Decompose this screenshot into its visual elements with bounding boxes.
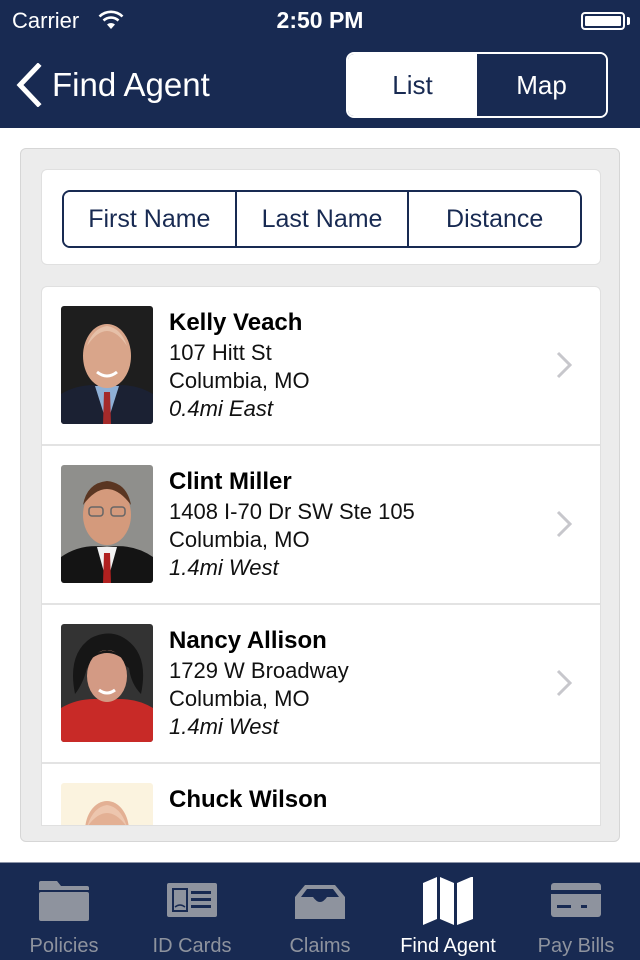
agent-photo [61,306,153,424]
tab-policies[interactable]: Policies [0,863,128,960]
agent-distance: 1.4mi West [169,555,279,580]
battery-icon [581,12,625,30]
list-map-toggle: List Map [346,52,608,118]
tab-bar: Policies ID Cards Claims Find Agent Pay … [0,862,640,960]
status-bar: Carrier 2:50 PM [0,0,640,40]
agent-info: Kelly Veach 107 Hitt St Columbia, MO 0.4… [169,307,310,423]
tab-find-agent[interactable]: Find Agent [384,863,512,960]
map-icon [423,877,473,925]
agent-row-chuck-wilson[interactable]: Chuck Wilson [42,764,600,825]
agent-distance: 1.4mi West [169,714,279,739]
agent-info: Nancy Allison 1729 W Broadway Columbia, … [169,625,349,741]
sort-segmented-control: First Name Last Name Distance [62,190,582,248]
map-view-tab[interactable]: Map [477,54,606,116]
tab-id-cards[interactable]: ID Cards [128,863,256,960]
agent-address: 107 Hitt St [169,340,272,365]
inbox-tray-icon [295,885,345,919]
tab-label: Policies [29,935,99,957]
tab-pay-bills[interactable]: Pay Bills [512,863,640,960]
agent-distance: 0.4mi East [169,396,273,421]
agent-row-kelly-veach[interactable]: Kelly Veach 107 Hitt St Columbia, MO 0.4… [42,287,600,446]
battery-tip [627,17,630,25]
agent-info: Clint Miller 1408 I-70 Dr SW Ste 105 Col… [169,466,415,582]
tab-label: Pay Bills [537,935,615,957]
agent-city: Columbia, MO [169,686,310,711]
back-button[interactable]: Find Agent [14,62,210,108]
list-view-tab[interactable]: List [348,54,477,116]
sort-card: First Name Last Name Distance [41,169,601,265]
tab-label: Claims [289,935,351,957]
agent-city: Columbia, MO [169,368,310,393]
agent-photo [61,465,153,583]
sort-last-name-button[interactable]: Last Name [234,192,408,246]
sort-first-name-button[interactable]: First Name [64,192,235,246]
tab-label: ID Cards [152,935,232,957]
agent-name: Clint Miller [169,468,292,495]
clock: 2:50 PM [276,7,364,33]
tab-label: Find Agent [400,935,496,957]
agent-name: Nancy Allison [169,627,327,654]
agent-city: Columbia, MO [169,527,310,552]
id-card-icon [167,883,217,917]
agent-row-nancy-allison[interactable]: Nancy Allison 1729 W Broadway Columbia, … [42,605,600,764]
agent-address: 1408 I-70 Dr SW Ste 105 [169,499,415,524]
header: Carrier 2:50 PM Find Agent List Map [0,0,640,128]
agent-name: Chuck Wilson [169,786,328,813]
credit-card-icon [551,883,601,917]
find-agent-screen: Carrier 2:50 PM Find Agent List Map Firs… [0,0,640,960]
back-label: Find Agent [52,66,210,103]
tab-claims[interactable]: Claims [256,863,384,960]
chevron-left-icon [16,63,42,107]
navigation-bar: Find Agent List Map [0,40,640,128]
agent-photo [61,783,153,825]
content-panel: First Name Last Name Distance Kelly Veac… [20,148,620,842]
agent-row-clint-miller[interactable]: Clint Miller 1408 I-70 Dr SW Ste 105 Col… [42,446,600,605]
sort-distance-button[interactable]: Distance [407,192,580,246]
agent-photo [61,624,153,742]
agent-info: Chuck Wilson [169,784,327,816]
folder-icon [39,881,89,921]
agent-list[interactable]: Kelly Veach 107 Hitt St Columbia, MO 0.4… [41,286,601,826]
agent-address: 1729 W Broadway [169,658,349,683]
chevron-right-icon [556,351,572,379]
chevron-right-icon [556,510,572,538]
chevron-right-icon [556,669,572,697]
agent-name: Kelly Veach [169,309,303,336]
